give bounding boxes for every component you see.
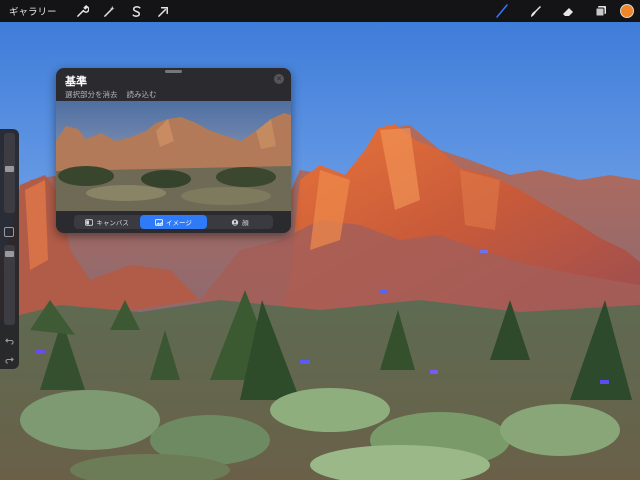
segment-face-label: 顔 <box>242 219 249 227</box>
selection-s-icon <box>132 5 141 17</box>
brush-icon <box>495 4 508 18</box>
layers-icon <box>595 6 606 17</box>
close-button[interactable]: ✕ <box>274 74 284 84</box>
arrow-cursor-icon <box>157 6 168 17</box>
transform-button[interactable] <box>150 0 177 22</box>
eraser-icon <box>562 8 573 16</box>
face-icon <box>231 218 239 226</box>
left-sidebar <box>0 129 19 369</box>
segment-canvas[interactable]: キャンバス <box>74 215 140 229</box>
undo-icon <box>5 337 14 345</box>
color-button[interactable] <box>620 4 634 18</box>
segment-image[interactable]: イメージ <box>140 215 207 229</box>
panel-grabber[interactable] <box>165 70 182 73</box>
right-tools <box>485 0 640 22</box>
reference-title: 基準 <box>65 75 87 88</box>
segment-canvas-label: キャンバス <box>96 219 129 227</box>
selection-button[interactable] <box>123 0 150 22</box>
brush-size-slider[interactable] <box>4 133 15 213</box>
brush-size-thumb[interactable] <box>5 166 14 172</box>
smudge-icon <box>530 6 541 17</box>
brush-button[interactable] <box>485 0 518 22</box>
actions-button[interactable] <box>69 0 96 22</box>
wrench-icon <box>76 4 89 17</box>
clear-selection-link[interactable]: 選択部分を消去 <box>65 89 118 100</box>
redo-icon <box>5 356 14 364</box>
segment-face[interactable]: 顔 <box>207 215 273 229</box>
opacity-slider[interactable] <box>4 245 15 325</box>
import-link[interactable]: 読み込む <box>127 89 157 100</box>
reference-panel: 基準 ✕ 選択部分を消去 読み込む キャンバス イメージ 顔 <box>56 68 291 233</box>
layers-button[interactable] <box>584 0 617 22</box>
eraser-button[interactable] <box>551 0 584 22</box>
reference-image <box>56 101 291 211</box>
adjustments-button[interactable] <box>96 0 123 22</box>
smudge-button[interactable] <box>518 0 551 22</box>
gallery-button[interactable]: ギャラリー <box>9 4 57 18</box>
modify-button[interactable] <box>4 227 14 237</box>
reference-mode-selector: キャンバス イメージ 顔 <box>74 215 273 229</box>
image-icon <box>155 218 164 226</box>
redo-button[interactable] <box>3 353 16 365</box>
reference-links: 選択部分を消去 読み込む <box>65 89 166 100</box>
left-tools <box>69 0 177 22</box>
undo-button[interactable] <box>3 334 16 346</box>
canvas-toggle-icon <box>85 218 94 226</box>
segment-image-label: イメージ <box>166 219 192 227</box>
close-icon: ✕ <box>276 74 282 83</box>
top-toolbar: ギャラリー <box>0 0 640 22</box>
opacity-thumb[interactable] <box>5 251 14 257</box>
magic-wand-icon <box>103 5 115 17</box>
